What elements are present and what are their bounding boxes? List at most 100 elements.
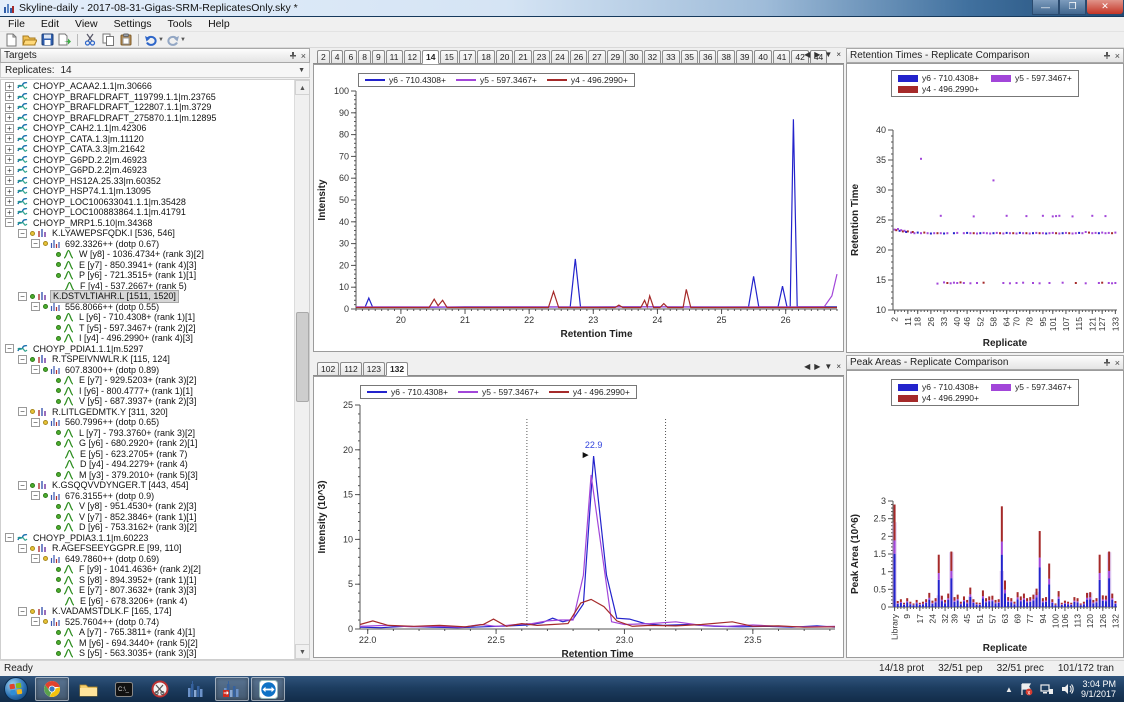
close-tab-icon[interactable]: × [836, 50, 841, 59]
scroll-down-icon[interactable]: ▼ [295, 644, 309, 659]
replicate-tab-32[interactable]: 32 [643, 50, 662, 63]
replicate-tab-17[interactable]: 17 [458, 50, 477, 63]
replicate-tab-6[interactable]: 6 [344, 50, 358, 63]
close-panel-icon[interactable]: × [301, 51, 306, 61]
tree-row-transition[interactable]: D [y6] - 753.3162+ (rank 3)[2] [1, 522, 294, 533]
tree-row-transition[interactable]: P [y6] - 721.3515+ (rank 1)[1] [1, 270, 294, 281]
collapse-icon[interactable]: − [31, 554, 40, 564]
tree-row-transition[interactable]: D [y4] - 494.2279+ (rank 4) [1, 459, 294, 470]
tree-row-precursor[interactable]: − 607.8300++ (dotp 0.89) [1, 365, 294, 376]
tree-row-peptide[interactable]: − K.VADAMSTDLK.F [165, 174] [1, 606, 294, 617]
tree-row-transition[interactable]: E [y7] - 929.5203+ (rank 3)[2] [1, 375, 294, 386]
tree-row-peptide[interactable]: − K.GSQQVVDYNGER.T [443, 454] [1, 480, 294, 491]
tree-row-protein[interactable]: + CHOYP_HSP74.1.1|m.13095 [1, 186, 294, 197]
tree-row-precursor[interactable]: − 525.7604++ (dotp 0.74) [1, 617, 294, 628]
start-button[interactable] [4, 677, 28, 701]
replicate-tab-11[interactable]: 11 [385, 50, 403, 63]
tree-row-protein[interactable]: + CHOYP_BRAFLDRAFT_122807.1.1|m.3729 [1, 102, 294, 113]
replicate-tab-8[interactable]: 8 [358, 50, 371, 63]
taskbar-snipping-button[interactable] [143, 677, 177, 701]
tree-row-peptide[interactable]: − R.LITLGEDMTK.Y [311, 320] [1, 407, 294, 418]
replicate-tab-24[interactable]: 24 [551, 50, 569, 63]
replicates-selector[interactable]: Replicates: 14 ▼ [0, 63, 310, 78]
replicate-tab-39[interactable]: 39 [735, 50, 754, 63]
collapse-icon[interactable]: − [5, 344, 14, 354]
replicate-tab-35[interactable]: 35 [680, 50, 698, 63]
pa-chart[interactable]: 00.511.522.53Library 9 17 24 32 39 45 51 57 63 69 7… [847, 371, 1123, 657]
replicate-tab-102[interactable]: 102 [317, 362, 340, 375]
tree-row-transition[interactable]: S [y8] - 894.3952+ (rank 1)[1] [1, 575, 294, 586]
tree-row-precursor[interactable]: − 560.7996++ (dotp 0.65) [1, 417, 294, 428]
expand-icon[interactable]: + [5, 165, 14, 175]
expand-icon[interactable]: + [5, 102, 14, 112]
taskbar-teamviewer-button[interactable] [251, 677, 285, 701]
tree-row-transition[interactable]: F [y9] - 1041.4636+ (rank 2)[2] [1, 564, 294, 575]
taskbar-skyline-daily-button[interactable] [215, 677, 249, 701]
tree-row-precursor[interactable]: − 676.3155++ (dotp 0.9) [1, 491, 294, 502]
tree-row-transition[interactable]: A [y7] - 765.3811+ (rank 4)[1] [1, 627, 294, 638]
chromatogram-top-chart[interactable]: 0 10 20 30 40 50 60 70 80 90 100 20 21 22 23 24 25 26 Rete… [314, 65, 843, 351]
collapse-icon[interactable]: − [5, 218, 14, 228]
expand-icon[interactable]: + [5, 113, 14, 123]
expand-icon[interactable]: + [5, 123, 14, 133]
scroll-right-icon[interactable]: ▶ [814, 362, 820, 371]
collapse-icon[interactable]: − [31, 239, 40, 249]
tree-row-transition[interactable]: I [y4] - 496.2990+ (rank 4)[3] [1, 333, 294, 344]
network-icon[interactable] [1040, 683, 1054, 695]
replicate-tab-27[interactable]: 27 [588, 50, 606, 63]
expand-icon[interactable]: + [5, 144, 14, 154]
tree-row-transition[interactable]: E [y7] - 807.3632+ (rank 3)[3] [1, 585, 294, 596]
tree-row-transition[interactable]: L [y7] - 793.3760+ (rank 3)[2] [1, 428, 294, 439]
taskbar-chrome-button[interactable] [35, 677, 69, 701]
tab-list-icon[interactable]: ▼ [824, 50, 832, 59]
tree-row-transition[interactable]: G [y6] - 680.2920+ (rank 2)[1] [1, 438, 294, 449]
tree-row-protein[interactable]: + CHOYP_BRAFLDRAFT_119799.1.1|m.23765 [1, 92, 294, 103]
taskbar-cmd-button[interactable]: C:\_ [107, 677, 141, 701]
tab-list-icon[interactable]: ▼ [824, 362, 832, 371]
tree-row-transition[interactable]: E [y6] - 678.3206+ (rank 4) [1, 596, 294, 607]
chromatogram-bottom-chart[interactable]: 0 5 10 15 20 25 22.0 22.5 23.0 23.5 Retention Time… [314, 377, 843, 657]
replicate-tab-132[interactable]: 132 [385, 362, 409, 376]
replicate-tab-15[interactable]: 15 [440, 50, 458, 63]
cut-button[interactable] [81, 32, 99, 47]
menu-edit[interactable]: Edit [33, 18, 67, 30]
collapse-icon[interactable]: − [31, 491, 40, 501]
expand-icon[interactable]: + [5, 134, 14, 144]
replicate-tab-40[interactable]: 40 [754, 50, 772, 63]
tree-row-protein[interactable]: + CHOYP_G6PD.2.2|m.46923 [1, 155, 294, 166]
scroll-right-icon[interactable]: ▶ [814, 50, 820, 59]
tree-row-protein[interactable]: + CHOYP_CATA.3.3|m.21642 [1, 144, 294, 155]
tree-row-peptide[interactable]: − R.AGEFSEEYGGPR.E [99, 110] [1, 543, 294, 554]
tree-row-protein[interactable]: − CHOYP_PDIA1.1.1|m.5297 [1, 344, 294, 355]
tree-row-transition[interactable]: V [y7] - 852.3846+ (rank 1)[1] [1, 512, 294, 523]
expand-icon[interactable]: + [5, 186, 14, 196]
tree-row-precursor[interactable]: − 649.7860++ (dotp 0.69) [1, 554, 294, 565]
collapse-icon[interactable]: − [31, 302, 40, 312]
replicate-tab-38[interactable]: 38 [717, 50, 735, 63]
tree-row-transition[interactable]: M [y6] - 694.3440+ (rank 5)[2] [1, 638, 294, 649]
open-file-button[interactable] [20, 32, 38, 47]
save-button[interactable] [38, 32, 56, 47]
menu-help[interactable]: Help [200, 18, 238, 30]
collapse-icon[interactable]: − [18, 228, 27, 238]
pin-icon[interactable] [1103, 358, 1111, 367]
collapse-icon[interactable]: − [31, 417, 40, 427]
scroll-left-icon[interactable]: ◀ [804, 362, 810, 371]
expand-icon[interactable]: + [5, 207, 14, 217]
scroll-thumb[interactable] [296, 311, 309, 402]
tree-row-protein[interactable]: + CHOYP_HS12A.25.33|m.60352 [1, 176, 294, 187]
collapse-icon[interactable]: − [18, 407, 27, 417]
replicate-tab-26[interactable]: 26 [569, 50, 588, 63]
expand-icon[interactable]: + [5, 155, 14, 165]
tree-row-transition[interactable]: W [y8] - 1036.4734+ (rank 3)[2] [1, 249, 294, 260]
tree-row-transition[interactable]: T [y5] - 597.3467+ (rank 2)[2] [1, 323, 294, 334]
tree-row-protein[interactable]: − CHOYP_MRP1.5.10|m.34368 [1, 218, 294, 229]
menu-settings[interactable]: Settings [106, 18, 160, 30]
close-tab-icon[interactable]: × [836, 362, 841, 371]
close-panel-icon[interactable]: × [1115, 51, 1120, 61]
replicate-tab-18[interactable]: 18 [477, 50, 495, 63]
menu-file[interactable]: File [0, 18, 33, 30]
tree-row-peptide[interactable]: − K.DSTVLTIAHR.L [1511, 1520] [1, 290, 294, 303]
rt-chart[interactable]: 101520253035402 11 18 26 33 40 46 52 58 64 70 78 95 1… [847, 64, 1123, 352]
tree-row-protein[interactable]: − CHOYP_PDIA3.1.1|m.60223 [1, 533, 294, 544]
